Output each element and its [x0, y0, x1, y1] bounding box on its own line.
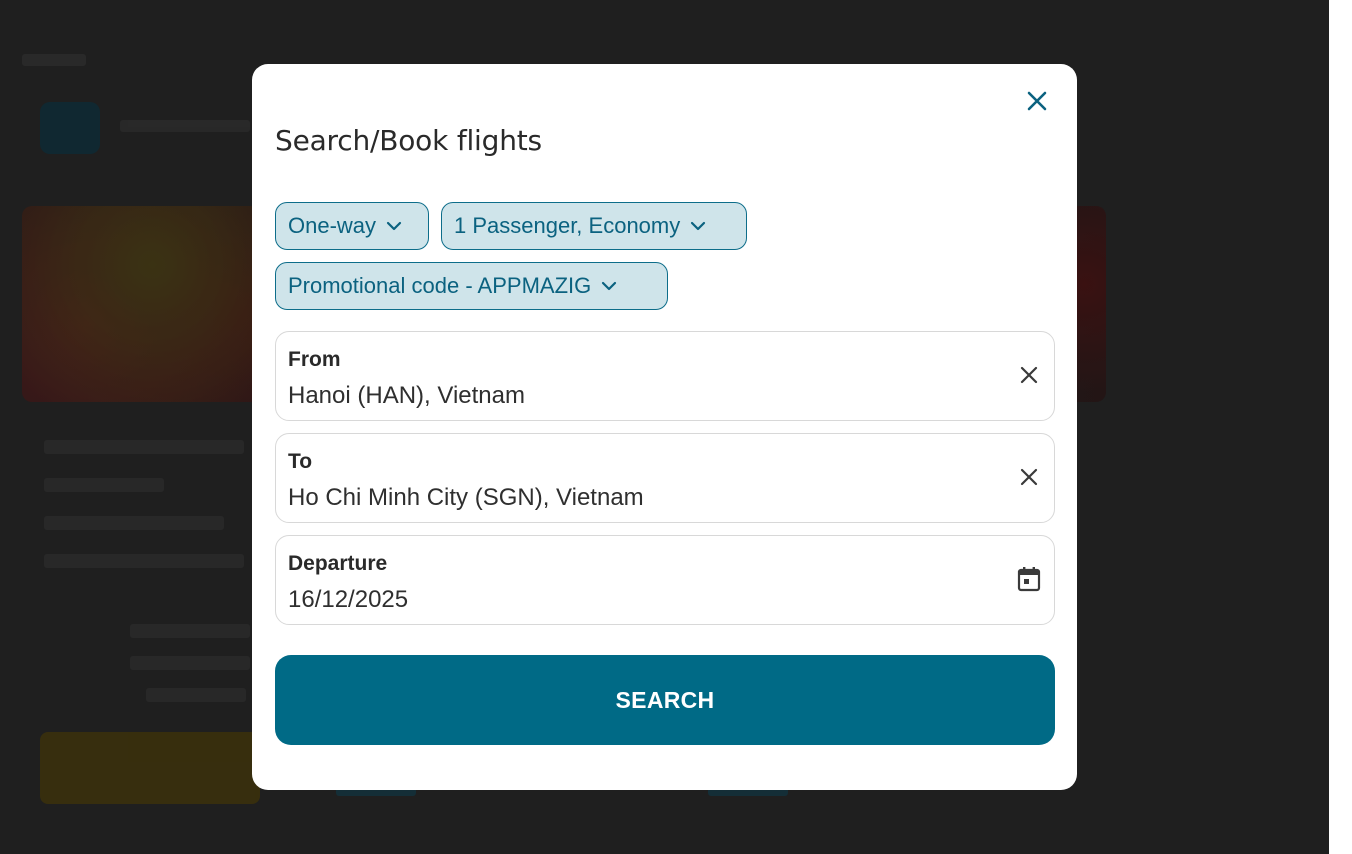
- clear-to-button[interactable]: [1014, 464, 1044, 494]
- page-viewport: Search/Book flights One-way 1 Passenger,…: [0, 0, 1329, 854]
- to-label: To: [288, 450, 313, 473]
- background-text-line: [146, 688, 246, 702]
- background-logo: [40, 102, 100, 154]
- modal-title: Search/Book flights: [275, 124, 542, 157]
- promo-code-dropdown[interactable]: Promotional code - APPMAZIG: [275, 262, 668, 310]
- background-text-line: [130, 656, 250, 670]
- departure-label: Departure: [288, 552, 388, 575]
- departure-value: 16/12/2025: [288, 586, 409, 613]
- search-flights-modal: Search/Book flights One-way 1 Passenger,…: [252, 64, 1077, 790]
- calendar-icon: [1017, 566, 1041, 596]
- chevron-down-icon: [601, 281, 617, 291]
- from-value: Hanoi (HAN), Vietnam: [288, 382, 525, 409]
- departure-field[interactable]: Departure 16/12/2025: [275, 535, 1055, 625]
- chevron-down-icon: [386, 221, 402, 231]
- clear-from-button[interactable]: [1014, 362, 1044, 392]
- passengers-label: 1 Passenger, Economy: [454, 213, 681, 238]
- close-button[interactable]: [1022, 88, 1052, 118]
- search-button[interactable]: SEARCH: [275, 655, 1055, 745]
- background-logo-text: [120, 120, 250, 132]
- background-text-line: [44, 440, 244, 454]
- clear-icon: [1020, 366, 1038, 388]
- background-text-line: [130, 624, 250, 638]
- clear-icon: [1020, 468, 1038, 490]
- trip-type-label: One-way: [288, 213, 377, 238]
- to-field[interactable]: To Ho Chi Minh City (SGN), Vietnam: [275, 433, 1055, 523]
- calendar-button[interactable]: [1014, 566, 1044, 596]
- promo-code-label: Promotional code - APPMAZIG: [288, 273, 592, 298]
- trip-type-dropdown[interactable]: One-way: [275, 202, 429, 250]
- background-text-line: [44, 516, 224, 530]
- from-label: From: [288, 348, 341, 371]
- chevron-down-icon: [690, 221, 706, 231]
- background-text-line: [44, 554, 244, 568]
- from-field[interactable]: From Hanoi (HAN), Vietnam: [275, 331, 1055, 421]
- background-button: [40, 732, 260, 804]
- scrollbar-gutter: [1329, 0, 1352, 854]
- close-icon: [1027, 91, 1047, 115]
- background-text-line: [44, 478, 164, 492]
- to-value: Ho Chi Minh City (SGN), Vietnam: [288, 484, 644, 511]
- background-label: [22, 54, 86, 66]
- passengers-dropdown[interactable]: 1 Passenger, Economy: [441, 202, 747, 250]
